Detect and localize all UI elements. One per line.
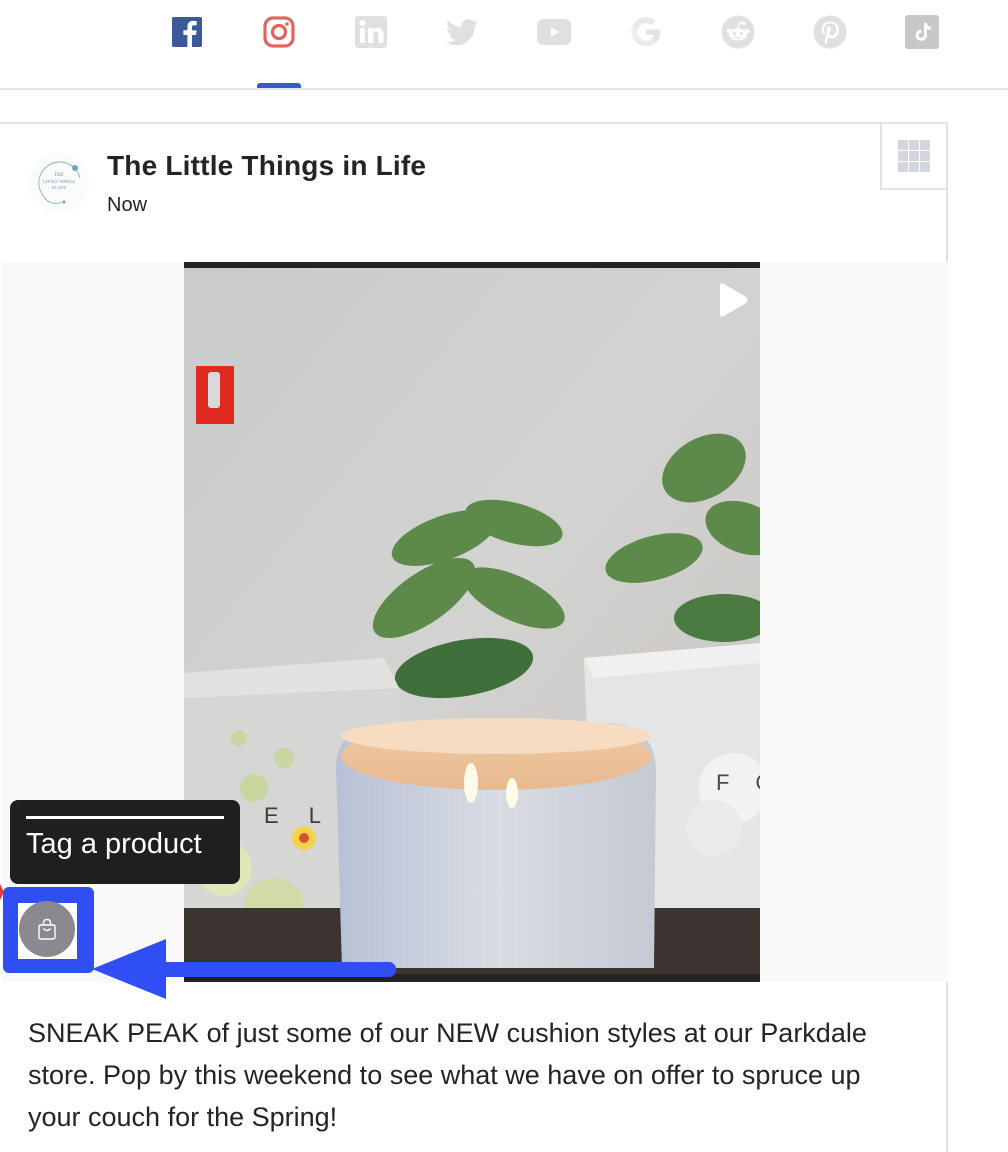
- page-name: The Little Things in Life: [107, 150, 427, 181]
- google-icon: [631, 17, 660, 47]
- svg-text:E L: E L: [264, 803, 333, 828]
- facebook-icon: [172, 17, 202, 47]
- reddit-icon: [721, 15, 755, 49]
- post-caption: SNEAK PEAK of just some of our NEW cushi…: [28, 1018, 867, 1132]
- video-frame: E L F O: [184, 268, 760, 974]
- play-button[interactable]: [712, 280, 752, 320]
- avatar-logo: THE LITTLE THINGS IN LIFE: [29, 153, 89, 213]
- pointer-arrow: [92, 939, 396, 999]
- tag-product-tooltip: Tag a product: [10, 800, 240, 884]
- tooltip-divider: [26, 816, 224, 819]
- youtube-icon: [537, 19, 571, 45]
- linkedin-icon: [355, 16, 387, 48]
- grid-icon: [898, 140, 930, 172]
- page-avatar: THE LITTLE THINGS IN LIFE: [28, 152, 90, 214]
- svg-text:IN LIFE: IN LIFE: [52, 185, 67, 190]
- tab-youtube[interactable]: [532, 12, 576, 52]
- social-network-tabs: [0, 0, 1008, 90]
- video-thumbnail: E L F O: [184, 268, 760, 974]
- twitter-icon: [446, 19, 478, 46]
- svg-text:THE: THE: [54, 173, 64, 178]
- tab-linkedin[interactable]: [349, 12, 393, 52]
- tab-instagram[interactable]: [257, 12, 301, 52]
- tiktok-icon: [905, 15, 939, 49]
- tag-product-button[interactable]: [19, 901, 75, 957]
- play-icon: [720, 283, 748, 317]
- active-tab-indicator: [257, 83, 301, 88]
- instagram-icon: [263, 16, 295, 48]
- svg-text:LITTLE THINGS: LITTLE THINGS: [43, 179, 76, 184]
- pinterest-icon: [813, 15, 847, 49]
- video-player[interactable]: E L F O: [184, 262, 760, 982]
- tab-facebook[interactable]: [165, 12, 209, 52]
- shopping-bag-icon: [38, 918, 56, 940]
- tab-google[interactable]: [624, 12, 668, 52]
- tab-reddit[interactable]: [716, 12, 760, 52]
- post-timestamp: Now: [107, 194, 148, 216]
- svg-text:F O: F O: [716, 770, 760, 795]
- tab-pinterest[interactable]: [808, 12, 852, 52]
- tooltip-label: Tag a product: [26, 828, 202, 860]
- tab-twitter[interactable]: [440, 12, 484, 52]
- grid-view-button[interactable]: [880, 122, 948, 190]
- tab-tiktok[interactable]: [900, 12, 944, 52]
